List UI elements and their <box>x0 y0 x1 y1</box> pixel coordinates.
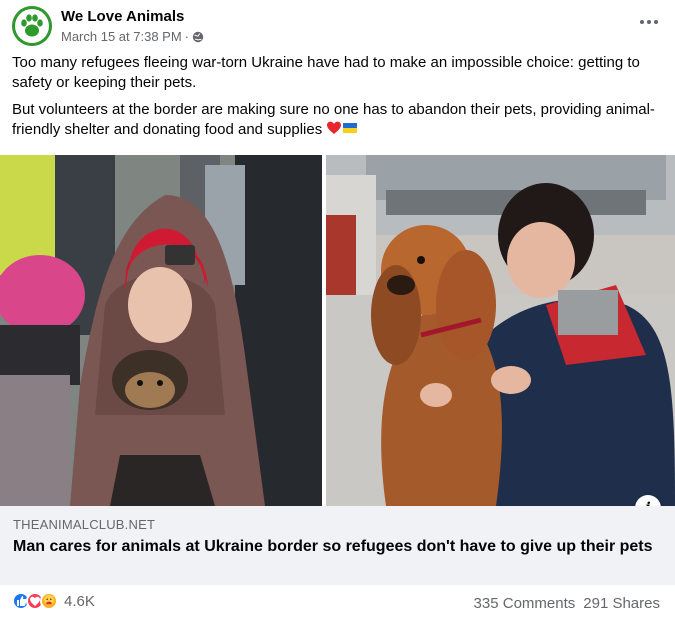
post-paragraph-2: But volunteers at the border are making … <box>12 100 663 142</box>
link-title[interactable]: Man cares for animals at Ukraine border … <box>13 537 655 557</box>
facebook-post: We Love Animals March 15 at 7:38 PM · To… <box>0 0 675 627</box>
post-images[interactable] <box>0 155 675 506</box>
page-name[interactable]: We Love Animals <box>61 8 184 25</box>
link-domain: THEANIMALCLUB.NET <box>13 517 156 532</box>
post-paragraph-1: Too many refugees fleeing war-torn Ukrai… <box>12 54 640 91</box>
link-preview[interactable]: THEANIMALCLUB.NET Man cares for animals … <box>0 506 675 585</box>
girl-wrapped-in-blanket-holding-small-dog-photo[interactable] <box>0 155 322 506</box>
engagement-stats: 335 Comments 291 Shares <box>474 595 660 612</box>
paw-print-icon <box>12 6 52 46</box>
reactions-summary[interactable]: 4.6K <box>12 592 95 610</box>
post-header: We Love Animals March 15 at 7:38 PM · <box>12 6 663 46</box>
comments-count[interactable]: 335 Comments <box>474 595 576 612</box>
meta-separator: · <box>184 29 190 44</box>
red-heart-icon <box>326 120 342 142</box>
ukraine-flag-icon <box>342 120 358 142</box>
post-timestamp[interactable]: March 15 at 7:38 PM <box>61 29 182 44</box>
post-footer: 4.6K 335 Comments 291 Shares <box>12 592 663 618</box>
page-avatar[interactable] <box>12 6 52 46</box>
more-options-icon[interactable] <box>635 12 663 32</box>
post-meta: March 15 at 7:38 PM · <box>61 29 204 44</box>
woman-hugging-cocker-spaniel-photo[interactable] <box>326 155 675 506</box>
globe-icon <box>192 31 204 43</box>
reaction-count[interactable]: 4.6K <box>64 593 95 610</box>
care-icon <box>40 592 58 610</box>
shares-count[interactable]: 291 Shares <box>583 595 660 612</box>
post-text: Too many refugees fleeing war-torn Ukrai… <box>12 53 663 149</box>
